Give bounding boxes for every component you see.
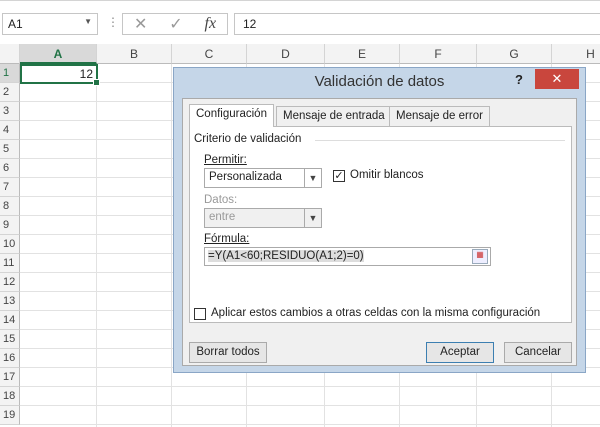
- column-header-D[interactable]: D: [247, 44, 325, 64]
- apply-all-checkbox[interactable]: [194, 308, 206, 320]
- column-header-C[interactable]: C: [172, 44, 247, 64]
- formula-label: Fórmula:: [204, 233, 250, 245]
- row-header-11[interactable]: 11: [0, 254, 20, 273]
- settings-panel: Criterio de validación Permitir: Persona…: [189, 126, 572, 323]
- row-header-9[interactable]: 9: [0, 216, 20, 235]
- column-header-A[interactable]: A: [20, 44, 97, 64]
- gridline: [96, 64, 97, 427]
- row-header-7[interactable]: 7: [0, 178, 20, 197]
- help-button[interactable]: ?: [515, 72, 523, 87]
- row-header-10[interactable]: 10: [0, 235, 20, 254]
- select-all-corner[interactable]: [0, 44, 20, 64]
- formula-input[interactable]: 12: [234, 13, 600, 35]
- row-header-6[interactable]: 6: [0, 159, 20, 178]
- permitir-label: Permitir:: [204, 154, 247, 166]
- chevron-down-icon[interactable]: ▼: [304, 169, 321, 187]
- omitir-blancos-label: Omitir blancos: [350, 169, 424, 181]
- row-header-8[interactable]: 8: [0, 197, 20, 216]
- row-header-14[interactable]: 14: [0, 311, 20, 330]
- group-label: Criterio de validación: [194, 133, 302, 145]
- row-header-3[interactable]: 3: [0, 102, 20, 121]
- drag-handle-icon[interactable]: ⋮: [107, 15, 119, 29]
- accept-button[interactable]: Aceptar: [426, 342, 494, 363]
- tab-configuracion[interactable]: Configuración: [189, 104, 274, 127]
- cancel-button[interactable]: Cancelar: [504, 342, 572, 363]
- chevron-down-icon: ▼: [304, 209, 321, 227]
- row-header-19[interactable]: 19: [0, 406, 20, 425]
- dialog-body: Configuración Mensaje de entrada Mensaje…: [182, 98, 577, 366]
- cell-a1[interactable]: 12: [20, 64, 100, 86]
- gridline: [20, 405, 600, 406]
- name-box[interactable]: A1 ▼: [2, 13, 98, 35]
- tab-mensaje-error[interactable]: Mensaje de error: [389, 106, 490, 126]
- chevron-down-icon[interactable]: ▼: [84, 17, 92, 26]
- row-header-13[interactable]: 13: [0, 292, 20, 311]
- column-header-G[interactable]: G: [477, 44, 552, 64]
- row-header-2[interactable]: 2: [0, 83, 20, 102]
- check-icon[interactable]: ✓: [169, 14, 182, 34]
- name-box-value: A1: [8, 17, 23, 31]
- divider: [315, 140, 565, 141]
- apply-all-label: Aplicar estos cambios a otras celdas con…: [211, 307, 541, 319]
- row-header-12[interactable]: 12: [0, 273, 20, 292]
- permitir-select[interactable]: Personalizada ▼: [204, 168, 322, 188]
- row-header-4[interactable]: 4: [0, 121, 20, 140]
- dialog-title: Validación de datos: [314, 73, 445, 90]
- row-header-16[interactable]: 16: [0, 349, 20, 368]
- row-header-17[interactable]: 17: [0, 368, 20, 387]
- range-select-icon[interactable]: ▦: [472, 249, 488, 264]
- formula-buttons: ✕ ✓ fx: [122, 13, 228, 35]
- formula-value: =Y(A1<60;RESIDUO(A1;2)=0): [208, 250, 364, 262]
- datos-value: entre: [209, 211, 236, 223]
- data-validation-dialog: Validación de datos ? ✕ Configuración Me…: [173, 67, 586, 373]
- gridline: [20, 424, 600, 425]
- permitir-value: Personalizada: [209, 171, 282, 183]
- omitir-blancos-checkbox[interactable]: ✓: [333, 170, 345, 182]
- column-header-E[interactable]: E: [325, 44, 400, 64]
- row-header-5[interactable]: 5: [0, 140, 20, 159]
- datos-label: Datos:: [204, 194, 238, 206]
- insert-function-icon[interactable]: fx: [205, 15, 217, 33]
- gridline: [20, 386, 600, 387]
- tab-mensaje-entrada[interactable]: Mensaje de entrada: [276, 106, 392, 126]
- datos-select: entre ▼: [204, 208, 322, 228]
- column-header-F[interactable]: F: [400, 44, 477, 64]
- formula-field[interactable]: =Y(A1<60;RESIDUO(A1;2)=0) ▦: [204, 247, 491, 266]
- gridline: [171, 64, 172, 427]
- clear-all-button[interactable]: Borrar todos: [189, 342, 267, 363]
- formula-bar: A1 ▼ ⋮ ✕ ✓ fx 12: [0, 0, 600, 44]
- column-header-B[interactable]: B: [97, 44, 172, 64]
- row-header-18[interactable]: 18: [0, 387, 20, 406]
- cancel-icon[interactable]: ✕: [134, 14, 147, 34]
- row-header-1[interactable]: 1: [0, 64, 20, 83]
- row-header-15[interactable]: 15: [0, 330, 20, 349]
- column-header-H[interactable]: H: [552, 44, 600, 64]
- close-button[interactable]: ✕: [535, 69, 579, 89]
